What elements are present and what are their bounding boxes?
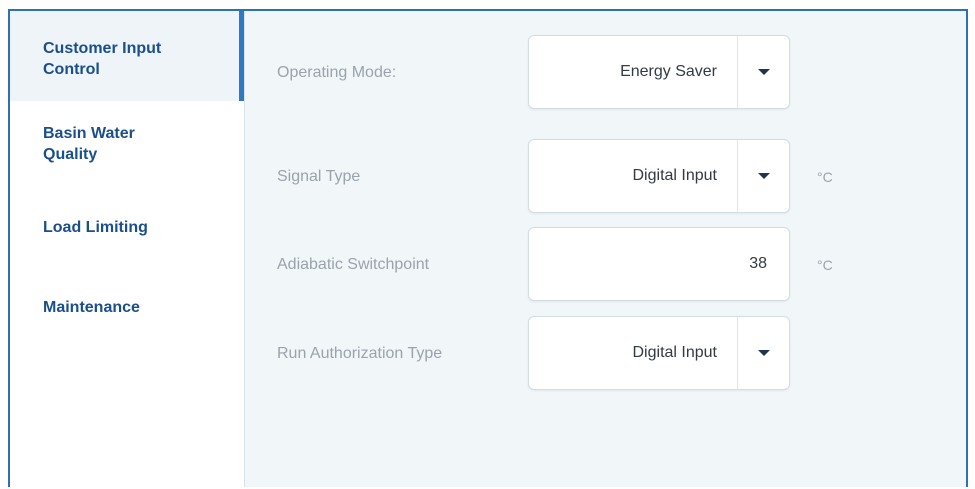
signal-type-row: Signal Type Digital Input °C [245,139,966,215]
dropdown-divider [737,317,738,389]
adiabatic-switchpoint-label: Adiabatic Switchpoint [277,256,430,273]
adiabatic-switchpoint-value: 38 [749,255,767,272]
signal-type-dropdown[interactable]: Digital Input [528,139,790,213]
run-authorization-type-dropdown[interactable]: Digital Input [528,316,790,390]
signal-type-label: Signal Type [277,168,361,185]
operating-mode-dropdown[interactable]: Energy Saver [528,35,790,109]
operating-mode-value: Energy Saver [620,63,717,80]
sidebar-item-maintenance[interactable]: Maintenance [10,277,244,357]
sidebar: Customer Input Control Basin Water Quali… [10,11,245,487]
caret-down-icon[interactable] [758,173,770,179]
run-authorization-type-row: Run Authorization Type Digital Input [245,316,966,392]
adiabatic-switchpoint-row: Adiabatic Switchpoint 38 °C [245,227,966,303]
sidebar-item-label: Customer Input Control [43,40,162,78]
run-authorization-type-label: Run Authorization Type [277,345,443,362]
sidebar-item-label: Load Limiting [43,219,148,236]
operating-mode-row: Operating Mode: Energy Saver [245,35,966,111]
dropdown-divider [737,140,738,212]
sidebar-item-basin-water-quality[interactable]: Basin Water Quality [10,101,244,197]
run-authorization-type-value: Digital Input [632,344,718,361]
operating-mode-label: Operating Mode: [277,64,397,81]
dropdown-divider [737,36,738,108]
caret-down-icon[interactable] [758,69,770,75]
form-content: Operating Mode: Energy Saver Signal Type… [245,11,966,487]
sidebar-item-customer-input-control[interactable]: Customer Input Control [10,11,244,101]
caret-down-icon[interactable] [758,350,770,356]
sidebar-item-label: Basin Water Quality [43,125,135,163]
adiabatic-switchpoint-unit: °C [817,257,833,273]
sidebar-item-load-limiting[interactable]: Load Limiting [10,197,244,277]
adiabatic-switchpoint-input[interactable]: 38 [528,227,790,301]
sidebar-item-label: Maintenance [43,299,140,316]
signal-type-unit: °C [817,169,833,185]
settings-panel: Customer Input Control Basin Water Quali… [8,9,968,487]
signal-type-value: Digital Input [632,167,718,184]
